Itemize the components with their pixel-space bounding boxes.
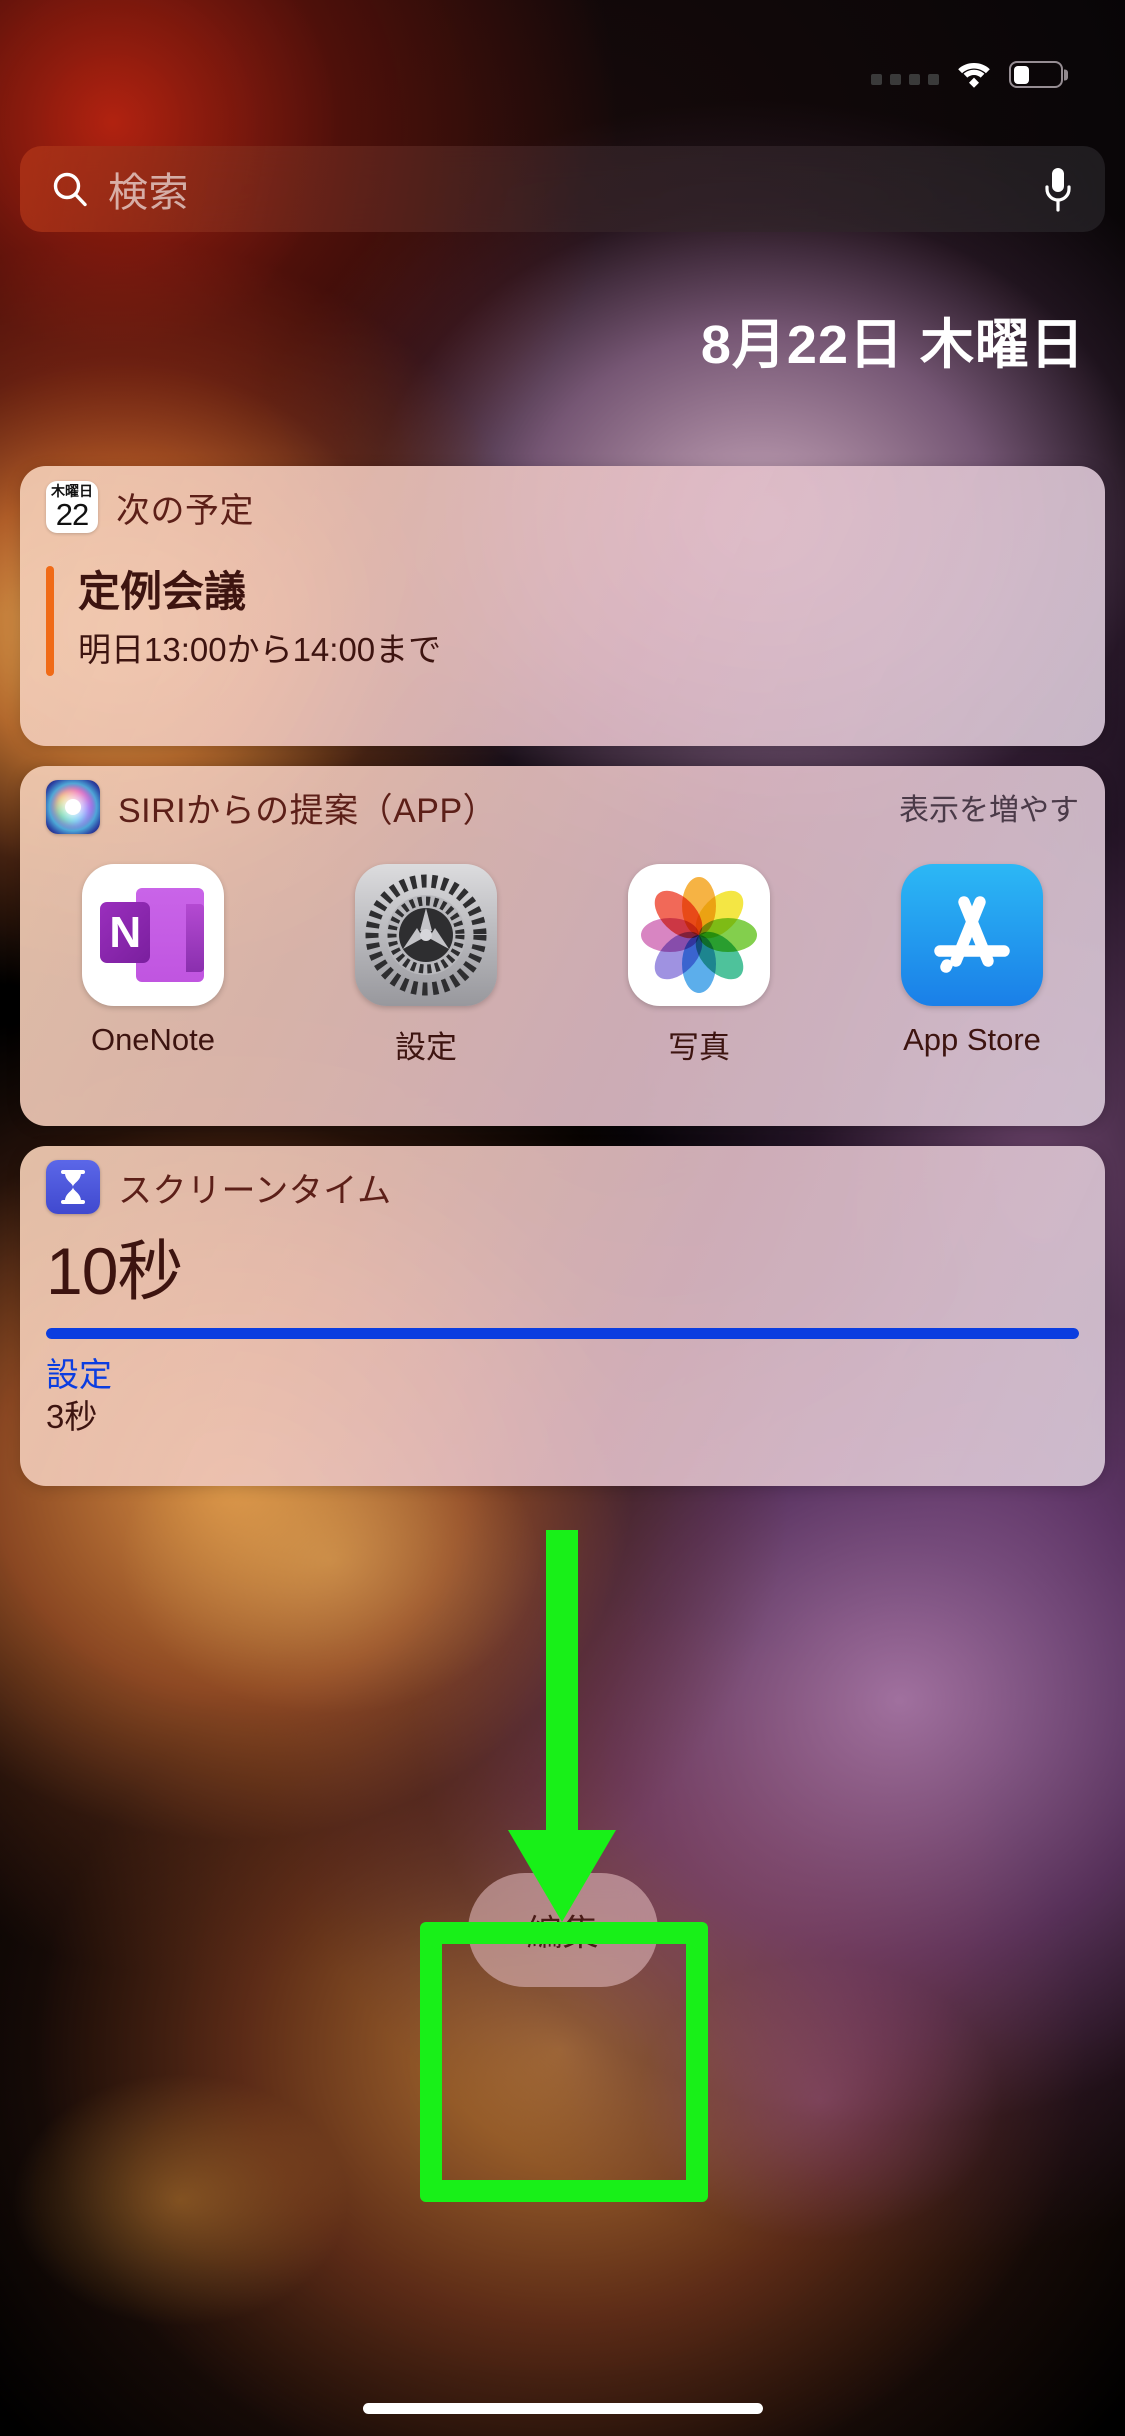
screen-time-total: 10秒 bbox=[46, 1234, 183, 1308]
photos-pinwheel bbox=[641, 877, 757, 993]
app-label: OneNote bbox=[90, 1022, 216, 1057]
photos-icon bbox=[628, 864, 770, 1006]
widget-up-next-calendar[interactable]: 木曜日 22 次の予定 定例会議 明日13:00から14:00まで bbox=[20, 466, 1105, 746]
onenote-icon-letter: N bbox=[100, 902, 151, 964]
show-more-button[interactable]: 表示を増やす bbox=[899, 785, 1079, 829]
widget-screen-time[interactable]: スクリーンタイム 10秒 設定 3秒 bbox=[20, 1146, 1105, 1486]
siri-icon bbox=[46, 780, 100, 834]
siri-widget-title: SIRIからの提案（APP） bbox=[118, 791, 498, 830]
onenote-icon: N bbox=[82, 864, 224, 1006]
search-input-placeholder[interactable]: 検索 bbox=[108, 160, 189, 218]
settings-icon bbox=[355, 864, 497, 1006]
calendar-event-row[interactable]: 定例会議 明日13:00から14:00まで bbox=[20, 548, 1105, 676]
calendar-widget-title: 次の予定 bbox=[116, 491, 254, 530]
calendar-widget-header: 木曜日 22 次の予定 bbox=[20, 466, 1105, 548]
siri-widget-header: SIRIからの提案（APP） 表示を増やす bbox=[20, 766, 1105, 848]
search-bar[interactable]: 検索 bbox=[20, 146, 1105, 232]
calendar-icon-day: 22 bbox=[55, 497, 89, 532]
date-header: 8月22日 木曜日 bbox=[700, 315, 1085, 375]
widget-siri-app-suggestions[interactable]: SIRIからの提案（APP） 表示を増やす N OneNote 設定 写真 Ap… bbox=[20, 766, 1105, 1126]
screen-time-widget-header: スクリーンタイム bbox=[20, 1146, 1105, 1228]
app-item-settings[interactable]: 設定 bbox=[323, 864, 529, 1067]
microphone-icon[interactable] bbox=[1041, 166, 1075, 212]
suggested-apps-row: N OneNote 設定 写真 App Store bbox=[20, 848, 1105, 1067]
app-label: App Store bbox=[903, 1022, 1041, 1057]
screen-time-category-link[interactable]: 設定 bbox=[46, 1355, 1079, 1395]
app-item-app-store[interactable]: App Store bbox=[869, 864, 1075, 1067]
app-label: 設定 bbox=[395, 1030, 457, 1065]
hourglass-icon bbox=[46, 1160, 100, 1214]
search-icon bbox=[50, 169, 90, 209]
status-bar bbox=[0, 0, 1125, 110]
screen-time-progress-track bbox=[46, 1328, 1079, 1339]
cellular-signal-dots-icon bbox=[871, 74, 939, 85]
event-time: 明日13:00から14:00まで bbox=[78, 631, 442, 668]
app-store-icon bbox=[901, 864, 1043, 1006]
home-indicator[interactable] bbox=[362, 2403, 763, 2414]
screen-time-progress-fill bbox=[46, 1328, 1079, 1339]
calendar-icon: 木曜日 22 bbox=[46, 481, 98, 533]
event-color-bar bbox=[46, 566, 54, 676]
screen-time-category-value: 3秒 bbox=[46, 1398, 98, 1435]
event-title: 定例会議 bbox=[78, 568, 247, 615]
highlight-box-annotation bbox=[420, 1922, 708, 2202]
app-item-photos[interactable]: 写真 bbox=[596, 864, 802, 1067]
app-item-onenote[interactable]: N OneNote bbox=[50, 864, 256, 1067]
app-label: 写真 bbox=[668, 1030, 730, 1065]
wifi-icon bbox=[955, 60, 993, 88]
battery-icon bbox=[1009, 61, 1063, 88]
screen-time-widget-title: スクリーンタイム bbox=[118, 1171, 392, 1210]
down-arrow-annotation bbox=[508, 1530, 616, 1922]
